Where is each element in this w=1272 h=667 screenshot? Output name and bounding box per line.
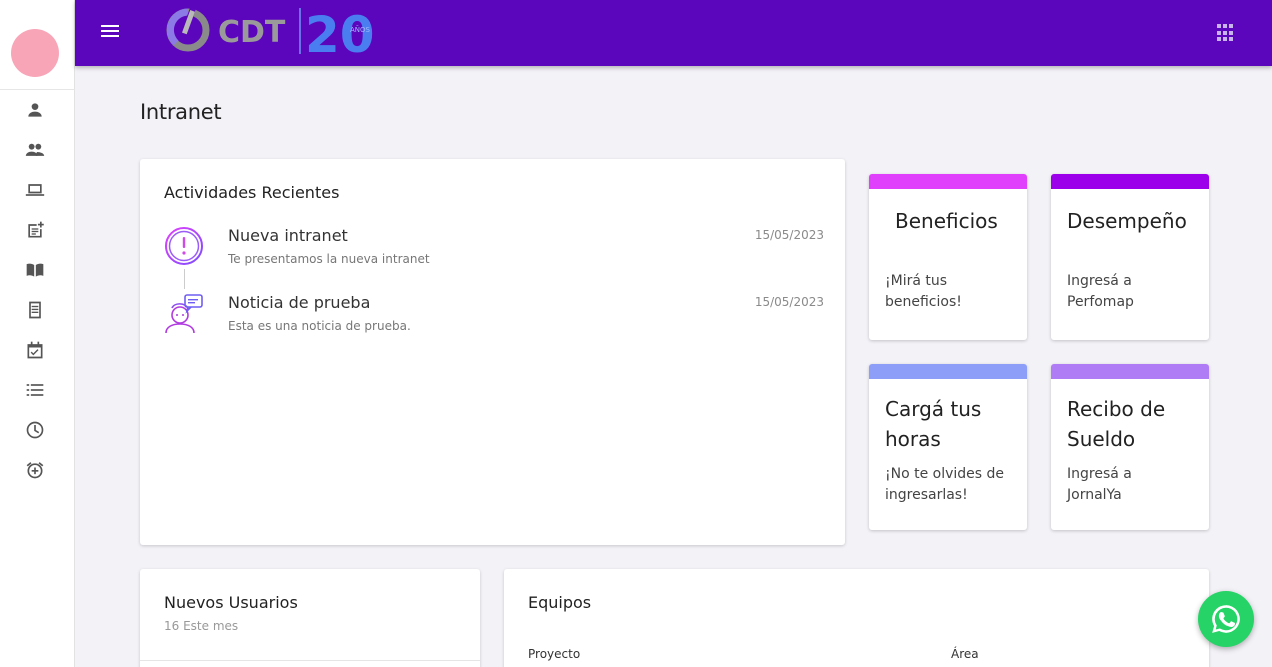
card-title: Cargá tus horas: [885, 397, 982, 451]
payslip-card[interactable]: Recibo de Sueldo Ingresá a JornalYa: [1051, 364, 1209, 530]
performance-card[interactable]: Desempeño Ingresá a Perfomap: [1051, 174, 1209, 340]
new-users-card: Nuevos Usuarios 16 Este mes: [140, 569, 480, 667]
activity-item[interactable]: Noticia de prueba Esta es una noticia de…: [164, 293, 824, 353]
recent-activities-card: Actividades Recientes Nueva intranet Te …: [140, 159, 845, 545]
activity-title: Noticia de prueba: [228, 293, 371, 312]
card-subtitle: ¡No te olvides de ingresarlas!: [885, 466, 1005, 503]
benefits-card[interactable]: Beneficios ¡Mirá tus beneficios!: [869, 174, 1027, 340]
teams-title: Equipos: [528, 593, 592, 612]
page-title: Intranet: [140, 100, 222, 124]
cdt-logo[interactable]: CDT 20 AÑOS: [166, 4, 396, 56]
recent-activities-title: Actividades Recientes: [164, 183, 340, 202]
teams-card: Equipos Proyecto Área: [504, 569, 1209, 667]
card-title: Desempeño: [1067, 209, 1187, 233]
activity-subtitle: Esta es una noticia de prueba.: [228, 319, 411, 333]
card-accent-bar: [869, 174, 1027, 189]
card-subtitle: Ingresá a JornalYa: [1067, 466, 1132, 503]
clock-icon[interactable]: [24, 419, 46, 441]
svg-text:CDT: CDT: [218, 15, 286, 50]
alert-circle-icon: [165, 227, 203, 265]
menu-icon[interactable]: [101, 22, 121, 42]
column-header-area: Área: [951, 647, 979, 661]
card-title: Beneficios: [895, 209, 998, 233]
avatar[interactable]: [11, 29, 59, 77]
card-divider: [140, 660, 480, 661]
svg-text:AÑOS: AÑOS: [350, 25, 371, 34]
activity-title: Nueva intranet: [228, 226, 348, 245]
receipt-icon[interactable]: [24, 299, 46, 321]
whatsapp-button[interactable]: [1198, 591, 1254, 647]
timeline-connector: [184, 269, 185, 289]
activity-date: 15/05/2023: [754, 228, 824, 242]
new-users-title: Nuevos Usuarios: [164, 593, 298, 612]
event-available-icon[interactable]: [24, 339, 46, 361]
top-app-bar: CDT 20 AÑOS: [75, 0, 1272, 66]
new-users-count: 16 Este mes: [164, 619, 239, 633]
column-header-project: Proyecto: [528, 647, 581, 661]
alarm-add-icon[interactable]: [24, 459, 46, 481]
sidebar-divider: [0, 89, 75, 90]
card-subtitle: ¡Mirá tus beneficios!: [885, 273, 962, 310]
activity-date: 15/05/2023: [754, 295, 824, 309]
list-icon[interactable]: [24, 379, 46, 401]
card-accent-bar: [1051, 174, 1209, 189]
card-accent-bar: [1051, 364, 1209, 379]
people-icon[interactable]: [24, 139, 46, 161]
person-chat-icon: [165, 294, 203, 334]
sidebar: [0, 0, 75, 667]
card-accent-bar: [869, 364, 1027, 379]
card-subtitle: Ingresá a Perfomap: [1067, 273, 1134, 310]
activity-item[interactable]: Nueva intranet Te presentamos la nueva i…: [164, 226, 824, 286]
whatsapp-icon: [1212, 605, 1240, 633]
post-add-icon[interactable]: [24, 219, 46, 241]
person-icon[interactable]: [24, 99, 46, 121]
activity-subtitle: Te presentamos la nueva intranet: [228, 252, 430, 266]
laptop-icon[interactable]: [24, 179, 46, 201]
card-title: Recibo de Sueldo: [1067, 397, 1166, 451]
hours-card[interactable]: Cargá tus horas ¡No te olvides de ingres…: [869, 364, 1027, 530]
book-icon[interactable]: [24, 259, 46, 281]
apps-grid-icon[interactable]: [1217, 24, 1235, 42]
